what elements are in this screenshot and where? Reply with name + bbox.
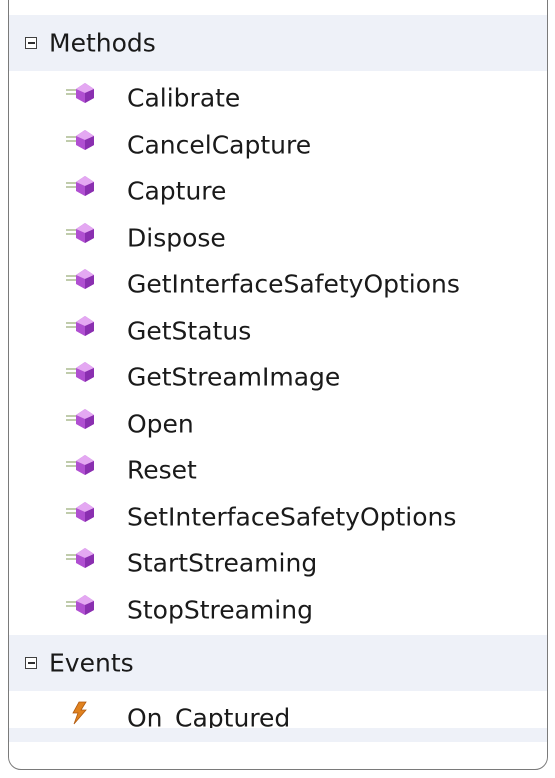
collapse-methods-icon[interactable] <box>25 37 37 49</box>
method-icon <box>66 83 94 103</box>
method-icon <box>66 594 94 615</box>
method-item[interactable]: SetInterfaceSafetyOptions <box>9 494 547 541</box>
event-lightning-icon <box>72 701 87 725</box>
collapse-events-icon[interactable] <box>25 657 37 669</box>
method-icon <box>66 408 94 429</box>
footer-band <box>9 728 547 742</box>
method-label: GetStatus <box>127 316 252 346</box>
method-icon <box>66 315 94 336</box>
method-item[interactable]: CancelCapture <box>9 122 547 169</box>
method-item[interactable]: Reset <box>9 447 547 494</box>
method-icon <box>66 455 94 475</box>
method-icon <box>66 129 94 150</box>
method-item[interactable]: Dispose <box>9 215 547 262</box>
method-icon <box>66 362 94 382</box>
method-item[interactable]: GetInterfaceSafetyOptions <box>9 261 547 308</box>
method-label: SetInterfaceSafetyOptions <box>127 502 457 532</box>
method-icon <box>66 222 94 243</box>
method-item[interactable]: StartStreaming <box>9 540 547 587</box>
methods-list: Calibrate CancelCapture Capture Dispose … <box>9 75 547 633</box>
method-label: Open <box>127 409 194 439</box>
methods-group-header[interactable]: Methods <box>9 15 547 71</box>
method-label: CancelCapture <box>127 130 312 160</box>
method-item[interactable]: Capture <box>9 168 547 215</box>
class-members-panel: Methods Calibrate CancelCapture Capture … <box>8 0 548 770</box>
method-label: Dispose <box>127 223 226 253</box>
method-icon <box>66 176 94 196</box>
method-icon <box>66 501 94 522</box>
method-label: StartStreaming <box>127 548 318 578</box>
method-item[interactable]: GetStatus <box>9 308 547 355</box>
method-item[interactable]: Open <box>9 401 547 448</box>
method-icon <box>66 269 94 289</box>
method-label: StopStreaming <box>127 595 313 625</box>
events-group-title: Events <box>49 648 134 678</box>
method-label: Reset <box>127 455 197 485</box>
method-label: Capture <box>127 176 227 206</box>
method-label: GetInterfaceSafetyOptions <box>127 269 460 299</box>
method-item[interactable]: Calibrate <box>9 75 547 122</box>
methods-group-title: Methods <box>49 28 156 58</box>
events-group-header[interactable]: Events <box>9 635 547 691</box>
method-label: GetStreamImage <box>127 362 341 392</box>
method-item[interactable]: StopStreaming <box>9 587 547 634</box>
method-icon <box>66 548 94 568</box>
method-label: Calibrate <box>127 83 241 113</box>
method-item[interactable]: GetStreamImage <box>9 354 547 401</box>
